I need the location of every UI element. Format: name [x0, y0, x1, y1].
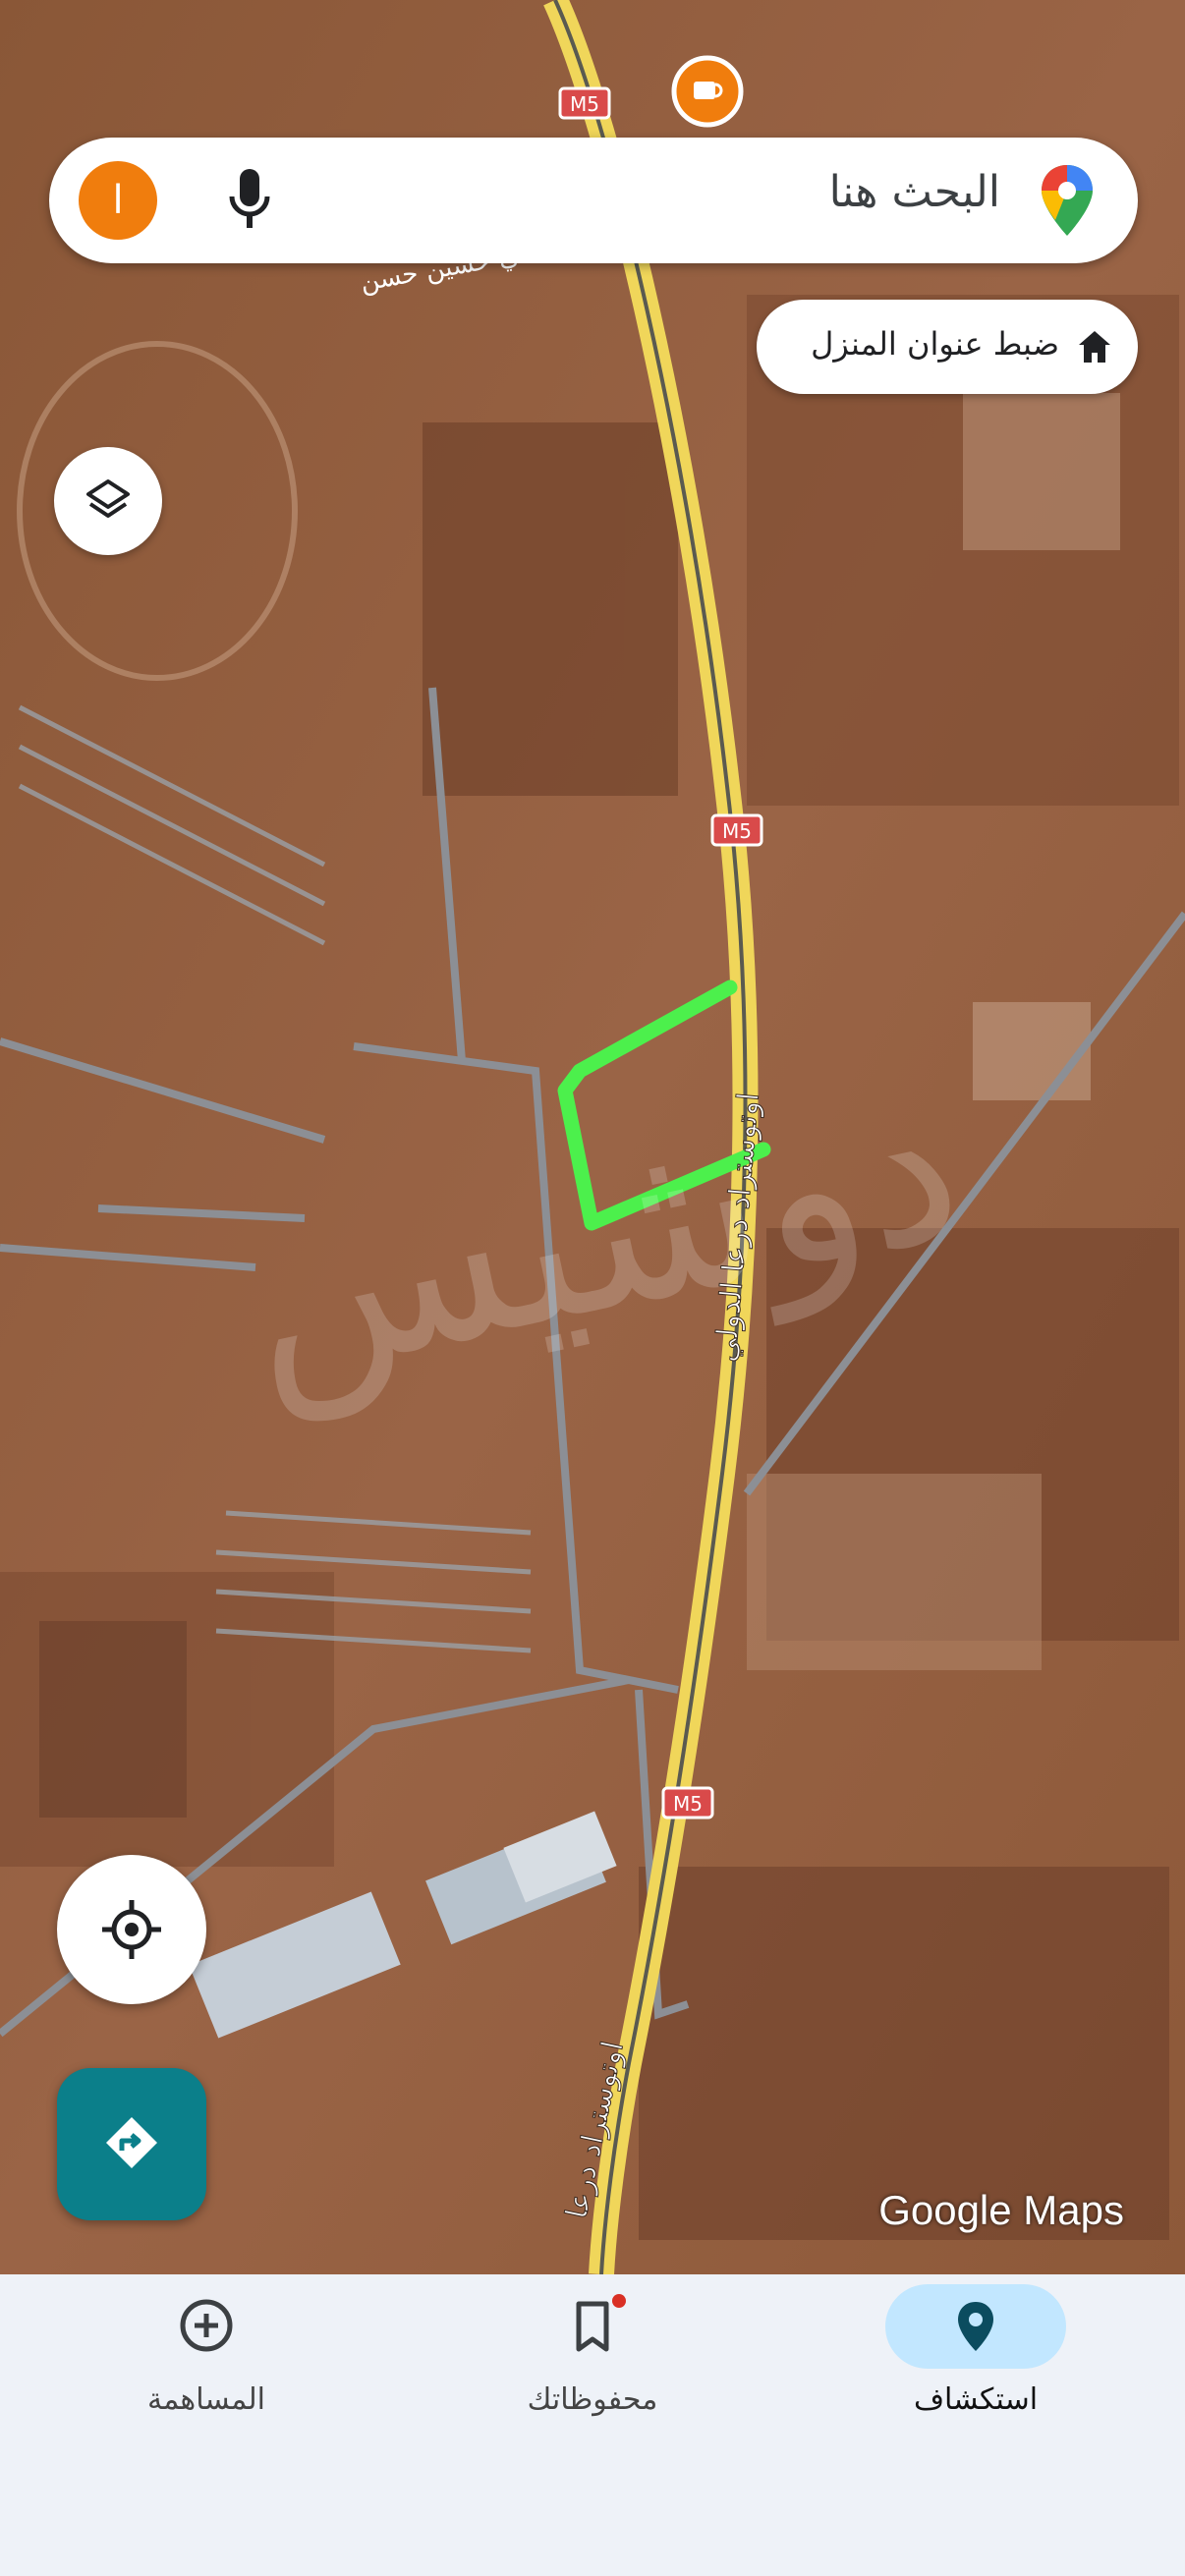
- road-shield-1: M5: [558, 86, 611, 120]
- layers-icon: [86, 479, 130, 518]
- search-input[interactable]: البحث هنا: [829, 167, 1000, 217]
- search-bar[interactable]: ا البحث هنا: [49, 138, 1138, 263]
- set-home-label: ضبط عنوان المنزل: [811, 325, 1059, 363]
- svg-text:M5: M5: [570, 92, 599, 116]
- location-pin-icon: [958, 2302, 993, 2351]
- my-location-icon: [102, 1900, 161, 1959]
- road-shield-2: M5: [710, 813, 763, 847]
- mic-icon[interactable]: [226, 167, 273, 234]
- nav-saved[interactable]: محفوظاتك: [465, 2274, 720, 2451]
- layers-button[interactable]: [54, 447, 162, 555]
- cafe-pin-icon[interactable]: [670, 54, 745, 129]
- directions-icon: [106, 2117, 157, 2168]
- road-shield-3: M5: [661, 1786, 714, 1820]
- nav-contribute[interactable]: المساهمة: [79, 2274, 334, 2451]
- avatar[interactable]: ا: [79, 161, 157, 240]
- set-home-chip[interactable]: ضبط عنوان المنزل: [757, 300, 1138, 394]
- bottom-navigation: استكشاف محفوظاتك المساهمة: [0, 2274, 1185, 2576]
- svg-text:M5: M5: [673, 1792, 703, 1816]
- nav-contribute-label: المساهمة: [147, 2382, 265, 2417]
- nav-explore-label: استكشاف: [913, 2382, 1039, 2417]
- home-icon: [1079, 331, 1110, 363]
- add-circle-icon: [180, 2299, 233, 2352]
- nav-saved-label: محفوظاتك: [527, 2382, 658, 2417]
- directions-button[interactable]: [57, 2068, 206, 2220]
- google-maps-brand: Google Maps: [878, 2187, 1124, 2233]
- my-location-button[interactable]: [57, 1855, 206, 2004]
- google-maps-pin-icon: [1042, 165, 1093, 236]
- notification-dot: [612, 2294, 626, 2308]
- nav-explore[interactable]: استكشاف: [848, 2274, 1103, 2451]
- svg-text:M5: M5: [722, 819, 752, 843]
